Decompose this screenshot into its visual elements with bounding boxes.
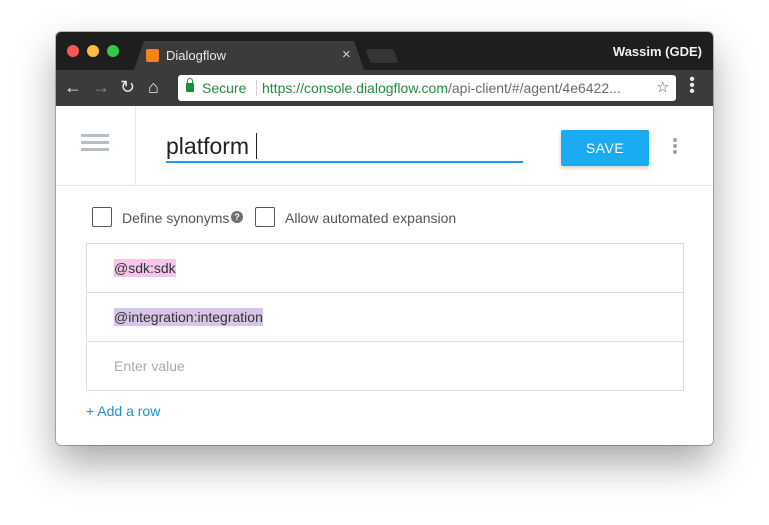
dialogflow-favicon-icon [146,49,159,62]
hamburger-menu-icon[interactable] [81,134,109,152]
minimize-window-button[interactable] [87,45,99,57]
entity-header: SAVE [56,106,713,186]
close-window-button[interactable] [67,45,79,57]
browser-window: Dialogflow × Wassim (GDE) ← → ↻ ⌂ Secure… [56,32,713,445]
allow-expansion-checkbox[interactable] [255,207,275,227]
define-synonyms-checkbox[interactable] [92,207,112,227]
lock-icon [186,78,194,92]
forward-arrow-icon[interactable]: → [92,77,110,97]
url-text: https://console.dialogflow.com/api-clien… [262,75,621,101]
maximize-window-button[interactable] [107,45,119,57]
url-path: /api-client/#/agent/4e6422... [448,80,621,96]
table-row[interactable]: @integration:integration [87,293,683,342]
entity-editor: SAVE Define synonyms ? Allow automated e… [56,106,713,445]
url-host: https://console.dialogflow.com [262,80,448,96]
address-separator [256,80,257,96]
reference-value[interactable]: @integration:integration [114,308,263,326]
enter-value-input[interactable] [114,355,654,377]
tab-close-icon[interactable]: × [342,46,351,63]
more-options-icon[interactable] [672,138,678,156]
address-bar[interactable]: Secure https://console.dialogflow.com/ap… [178,75,676,101]
browser-tab[interactable]: Dialogflow × [134,41,364,70]
bookmark-star-icon[interactable]: ☆ [656,75,669,101]
entity-name-input[interactable] [166,131,523,163]
help-icon[interactable]: ? [231,211,243,223]
reload-icon[interactable]: ↻ [120,77,135,97]
table-row[interactable]: @sdk:sdk [87,244,683,293]
entity-values-table: @sdk:sdk @integration:integration [86,243,684,391]
browser-toolbar: ← → ↻ ⌂ Secure https://console.dialogflo… [56,70,713,106]
tab-title: Dialogflow [166,48,226,63]
table-row[interactable] [87,342,683,391]
title-bar: Dialogflow × Wassim (GDE) [56,32,713,70]
reference-value[interactable]: @sdk:sdk [114,259,176,277]
add-row-link[interactable]: + Add a row [86,403,160,419]
header-divider [135,106,136,186]
browser-menu-icon[interactable]: • • • [688,72,696,100]
allow-expansion-label: Allow automated expansion [285,210,457,226]
back-arrow-icon[interactable]: ← [64,77,82,97]
new-tab-button[interactable] [365,49,399,63]
profile-name[interactable]: Wassim (GDE) [613,44,702,59]
define-synonyms-label: Define synonyms [122,210,230,226]
save-button[interactable]: SAVE [561,130,649,166]
secure-label: Secure [202,80,247,96]
text-cursor [256,133,257,159]
home-icon[interactable]: ⌂ [148,77,159,97]
